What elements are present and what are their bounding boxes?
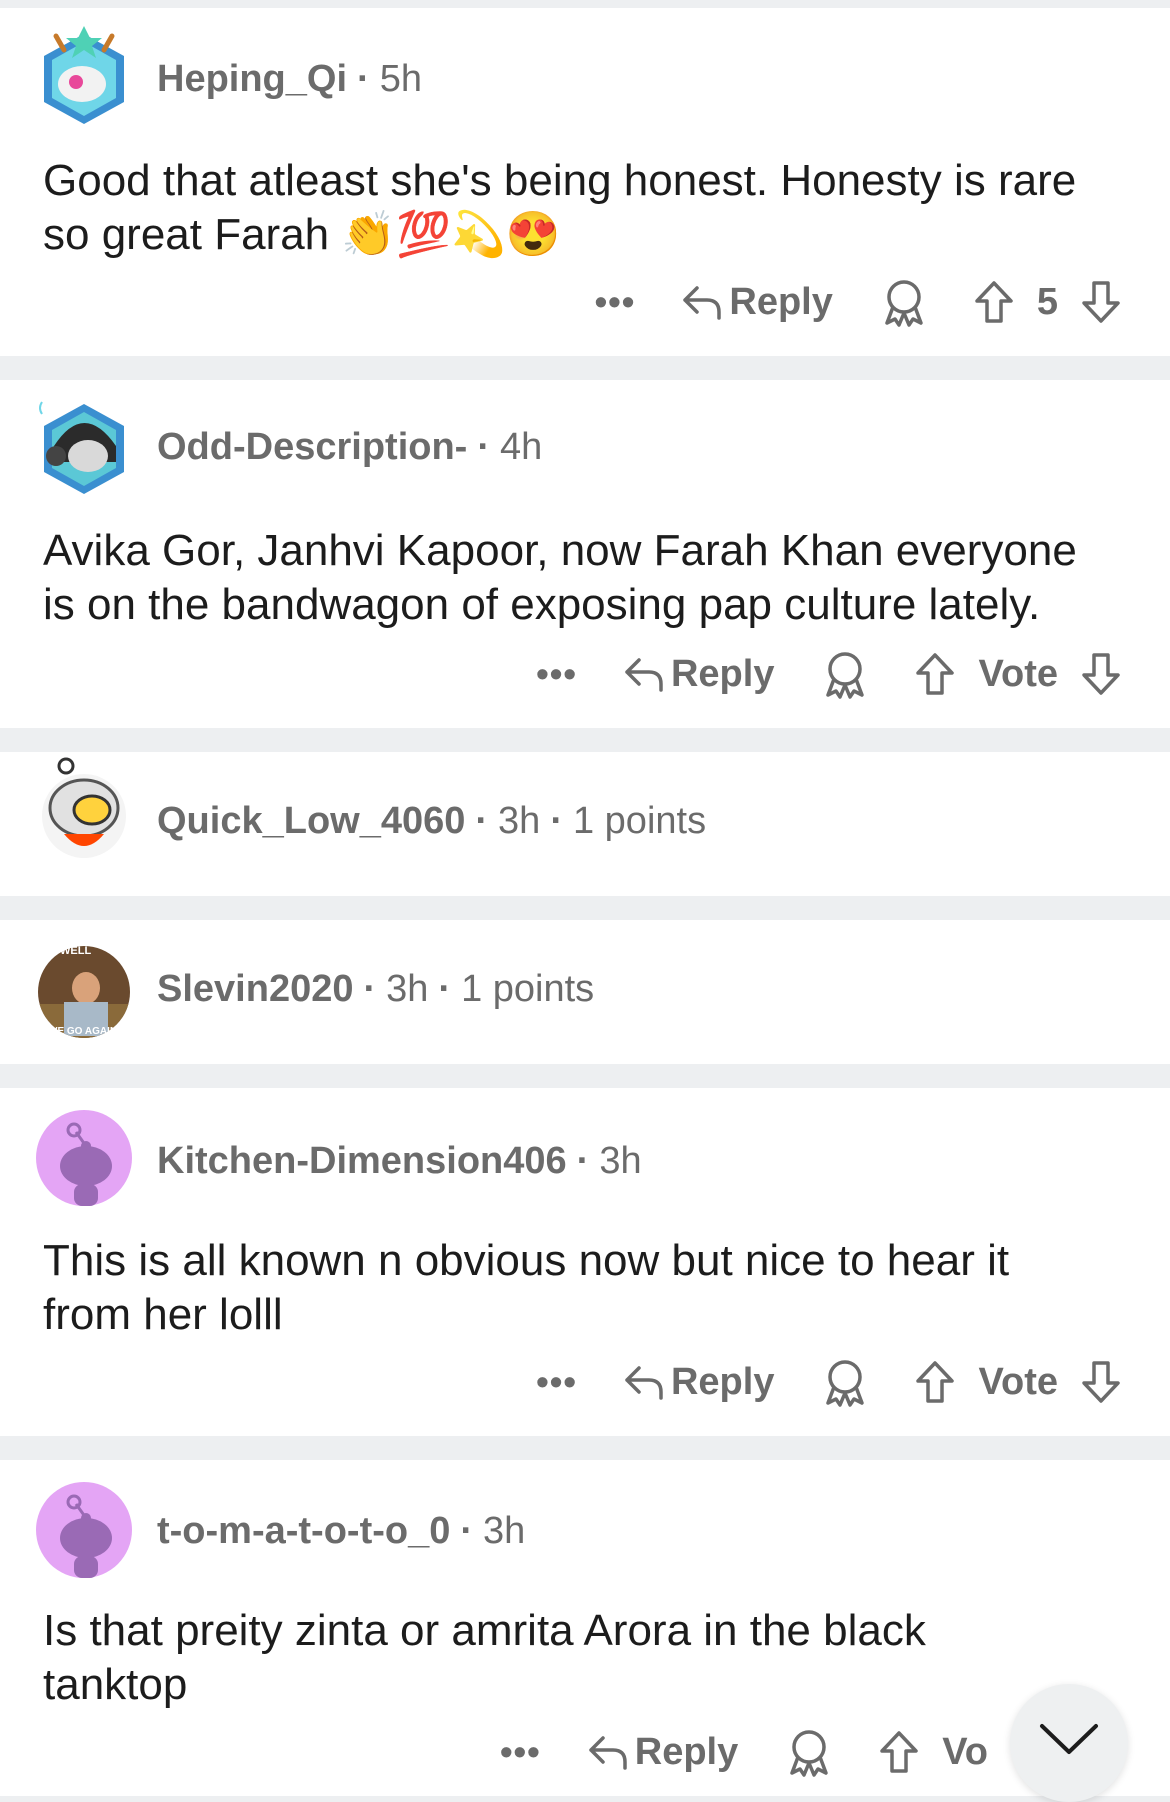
comment-text: Avika Gor, Janhvi Kapoor, now Farah Khan…	[43, 526, 1077, 629]
timestamp: 3h	[483, 1510, 526, 1552]
user-avatar[interactable]	[36, 396, 132, 494]
comment-actions: ••• Reply Vote	[536, 644, 1122, 704]
reply-button[interactable]: Reply	[679, 280, 833, 324]
comment-header: Kitchen-Dimension406 · 3h	[157, 1140, 642, 1182]
user-avatar[interactable]	[36, 1482, 132, 1578]
points: 1 points	[572, 800, 707, 842]
user-avatar[interactable]	[36, 1110, 132, 1206]
upvote-arrow-icon	[916, 1361, 955, 1403]
award-button[interactable]	[822, 1357, 868, 1407]
timestamp: 3h	[498, 800, 541, 842]
upvote-button[interactable]	[914, 651, 956, 697]
upvote-button[interactable]	[973, 279, 1015, 325]
comment-card: Odd-Description- · 4h Avika Gor, Janhvi Ka…	[0, 380, 1170, 728]
more-options-icon[interactable]: •••	[595, 281, 636, 323]
comment-body: Good that atleast she's being honest. Ho…	[43, 154, 1103, 262]
award-icon	[885, 280, 923, 327]
award-button[interactable]	[786, 1727, 832, 1777]
vote-count: 5	[1036, 280, 1058, 323]
username[interactable]: Slevin2020	[157, 968, 353, 1010]
reply-button[interactable]: Reply	[621, 1361, 774, 1404]
upvote-arrow-icon	[880, 1731, 918, 1773]
downvote-arrow-icon	[1082, 653, 1120, 695]
reply-label: Reply	[729, 280, 833, 323]
upvote-arrow-icon	[975, 281, 1013, 323]
downvote-button[interactable]	[1080, 1359, 1122, 1405]
reply-arrow-icon	[589, 1736, 627, 1770]
user-avatar[interactable]	[36, 26, 132, 124]
award-icon	[826, 652, 865, 699]
username[interactable]: Quick_Low_4060	[157, 800, 465, 842]
comment-text: Is that preity zinta or amrita Arora in …	[43, 1606, 926, 1709]
vote-label: Vote	[978, 1360, 1058, 1403]
reply-label: Reply	[670, 1360, 775, 1403]
avatar-caption: WELL	[60, 945, 91, 957]
comment-header: Quick_Low_4060 · 3h · 1 points	[157, 800, 707, 842]
reply-arrow-icon	[625, 1366, 663, 1400]
points: 1 points	[461, 968, 595, 1010]
comment-header: t-o-m-a-t-o-t-o_0 · 3h	[157, 1510, 526, 1552]
upvote-arrow-icon	[916, 653, 955, 695]
reply-arrow-icon	[625, 658, 663, 692]
username[interactable]: t-o-m-a-t-o-t-o_0	[157, 1510, 450, 1552]
comment-header: Heping_Qi · 5h	[157, 58, 422, 100]
scroll-down-button[interactable]	[1010, 1684, 1128, 1802]
username[interactable]: Kitchen-Dimension406	[157, 1140, 567, 1182]
downvote-button[interactable]	[1080, 651, 1122, 697]
user-avatar[interactable]	[36, 756, 132, 858]
comment-body: Avika Gor, Janhvi Kapoor, now Farah Khan…	[43, 524, 1103, 632]
avatar-caption: WE GO AGAIN	[48, 1026, 117, 1037]
downvote-button[interactable]	[1080, 279, 1122, 325]
comment-actions: ••• Reply 5	[595, 272, 1122, 332]
award-button[interactable]	[822, 649, 868, 699]
more-options-icon[interactable]: •••	[500, 1731, 541, 1773]
comment-card-collapsed[interactable]: WELL WE GO AGAIN Slevin2020 · 3h · 1 points	[0, 920, 1170, 1064]
chevron-down-icon	[1040, 1724, 1098, 1754]
upvote-button[interactable]	[878, 1729, 920, 1775]
timestamp: 3h	[599, 1140, 642, 1182]
vote-label: Vo	[942, 1730, 988, 1773]
award-button[interactable]	[881, 277, 927, 327]
comment-card: Kitchen-Dimension406 · 3h This is all know…	[0, 1088, 1170, 1436]
vote-label: Vote	[978, 652, 1058, 695]
reply-label: Reply	[634, 1730, 739, 1773]
comment-text: This is all known n obvious now but nice…	[43, 1236, 1010, 1339]
reply-arrow-icon	[683, 286, 722, 320]
award-icon	[826, 1360, 865, 1407]
downvote-arrow-icon	[1082, 1361, 1120, 1403]
reply-label: Reply	[670, 652, 775, 695]
reply-button[interactable]: Reply	[621, 653, 774, 696]
timestamp: 5h	[379, 58, 422, 100]
comment-body: Is that preity zinta or amrita Arora in …	[43, 1604, 983, 1712]
upvote-button[interactable]	[914, 1359, 956, 1405]
more-options-icon[interactable]: •••	[536, 1361, 577, 1403]
comment-card: t-o-m-a-t-o-t-o_0 · 3h Is that preity zint…	[0, 1460, 1170, 1796]
comment-actions: ••• Reply Vo	[500, 1722, 1010, 1782]
downvote-arrow-icon	[1082, 281, 1120, 323]
more-options-icon[interactable]: •••	[536, 653, 577, 695]
timestamp: 4h	[499, 426, 543, 468]
comment-header: Odd-Description- · 4h	[157, 426, 543, 468]
comment-card: Heping_Qi · 5h Good that atleast she's bei…	[0, 8, 1170, 356]
comment-actions: ••• Reply Vote	[536, 1352, 1122, 1412]
award-icon	[790, 1730, 828, 1777]
timestamp: 3h	[386, 968, 429, 1010]
reply-button[interactable]: Reply	[585, 1731, 738, 1774]
username[interactable]: Heping_Qi	[157, 58, 347, 100]
comment-card-collapsed[interactable]: Quick_Low_4060 · 3h · 1 points	[0, 752, 1170, 896]
username[interactable]: Odd-Description-	[157, 426, 467, 468]
user-avatar[interactable]: WELL WE GO AGAIN	[36, 944, 132, 1040]
comment-header: Slevin2020 · 3h · 1 points	[157, 968, 595, 1010]
comment-body: This is all known n obvious now but nice…	[43, 1234, 1103, 1342]
emoji-reactions: 👏💯💫😍	[341, 210, 561, 259]
